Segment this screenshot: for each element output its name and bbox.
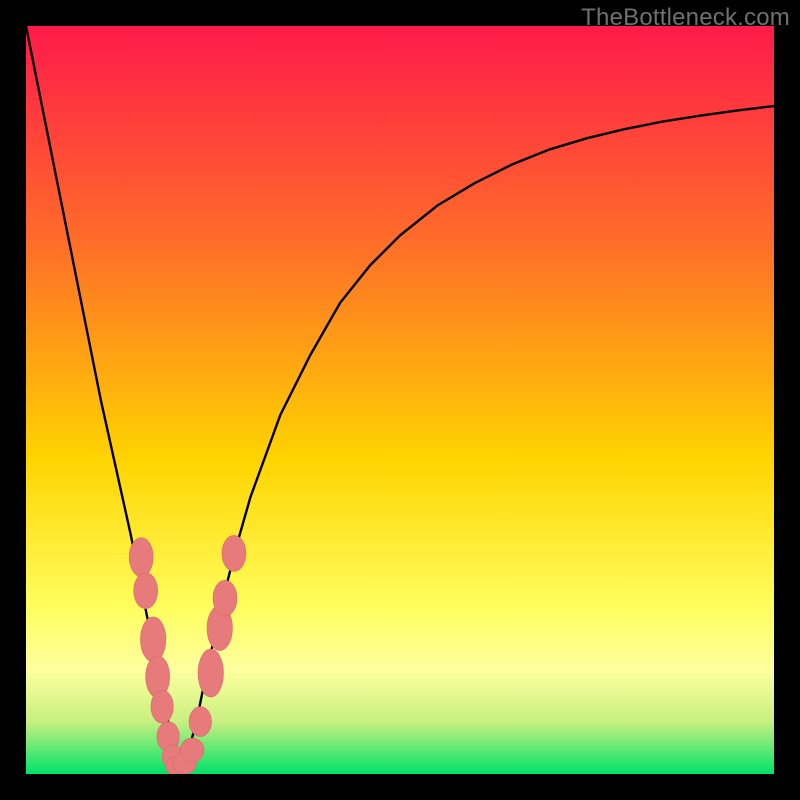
curve-marker [222,535,246,571]
watermark-text: TheBottleneck.com [581,4,790,32]
chart-frame [26,26,774,774]
curve-marker [129,538,153,577]
curve-marker [198,649,223,697]
curve-marker [134,573,158,609]
curve-marker [180,738,204,762]
curve-marker [189,707,211,737]
bottleneck-chart [26,26,774,774]
curve-marker [140,617,165,662]
heat-gradient-bg [26,26,774,774]
curve-marker [151,690,173,723]
curve-marker [213,580,237,616]
